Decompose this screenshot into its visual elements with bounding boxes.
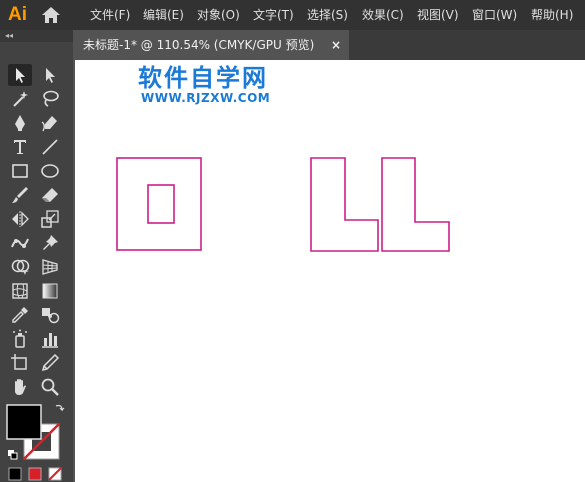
type-icon: [14, 140, 26, 154]
app-logo: Ai: [8, 4, 27, 25]
lasso-tool[interactable]: [38, 88, 62, 110]
knife-icon: [41, 353, 60, 372]
ellipse-tool[interactable]: [38, 160, 62, 182]
menu-object[interactable]: 对象(O): [197, 0, 240, 30]
hand-tool[interactable]: [8, 376, 32, 398]
artboard-icon: [11, 354, 27, 370]
curvature-tool[interactable]: [38, 112, 62, 134]
reflect-icon: [12, 211, 29, 227]
color-mode-button[interactable]: [8, 467, 22, 481]
eraser-tool[interactable]: [38, 184, 62, 206]
menu-edit[interactable]: 编辑(E): [143, 0, 184, 30]
home-icon[interactable]: [41, 6, 61, 24]
white-arrow-icon: [46, 68, 55, 83]
perspective-grid-icon: [42, 259, 58, 275]
menu-select[interactable]: 选择(S): [307, 0, 348, 30]
paintbrush-tool[interactable]: [8, 184, 32, 206]
selection-tool[interactable]: [8, 64, 32, 86]
symbol-sprayer-icon: [13, 329, 27, 348]
eraser-icon: [42, 188, 58, 202]
mesh-icon: [12, 283, 28, 299]
eyedropper-icon: [12, 307, 28, 323]
blend-icon: [42, 308, 60, 324]
l-shape-path-right[interactable]: [381, 157, 450, 252]
menu-effect[interactable]: 效果(C): [362, 0, 404, 30]
magnifier-icon: [41, 378, 59, 396]
symbol-sprayer-tool[interactable]: [8, 328, 32, 350]
column-graph-tool[interactable]: [38, 328, 62, 350]
blend-tool[interactable]: [38, 304, 62, 326]
shape-builder-icon: [11, 259, 30, 275]
artboard-canvas[interactable]: 软件自学网 WWW.RJZXW.COM: [75, 60, 585, 482]
menu-help[interactable]: 帮助(H): [531, 0, 573, 30]
l-shape-path-left[interactable]: [310, 157, 379, 252]
bar-graph-icon: [42, 333, 58, 348]
panel-collapse-button[interactable]: ◂◂: [0, 30, 73, 42]
document-tab-bar: 未标题-1* @ 110.54% (CMYK/GPU 预览) ×: [73, 30, 585, 60]
reflect-tool[interactable]: [8, 208, 32, 230]
pen-icon: [15, 115, 25, 131]
menu-type[interactable]: 文字(T): [253, 0, 294, 30]
default-colors-icon[interactable]: [8, 450, 18, 460]
curvature-pen-icon: [41, 116, 57, 132]
fill-swatch[interactable]: [6, 404, 42, 440]
perspective-grid-tool[interactable]: [38, 256, 62, 278]
menu-view[interactable]: 视图(V): [417, 0, 459, 30]
pin-tool[interactable]: [38, 232, 62, 254]
tools-panel: ◂◂: [0, 30, 73, 482]
swap-fill-stroke-icon[interactable]: [55, 404, 65, 412]
line-icon: [42, 139, 58, 155]
gradient-tool[interactable]: [38, 280, 62, 302]
mesh-tool[interactable]: [8, 280, 32, 302]
line-segment-tool[interactable]: [38, 136, 62, 158]
outer-square-path[interactable]: [116, 157, 202, 251]
type-tool[interactable]: [8, 136, 32, 158]
magic-wand-tool[interactable]: [8, 88, 32, 110]
rectangle-tool[interactable]: [8, 160, 32, 182]
puppet-warp-icon: [11, 238, 29, 248]
slice-tool[interactable]: [38, 352, 62, 374]
lasso-icon: [43, 90, 59, 107]
close-icon[interactable]: ×: [331, 30, 341, 60]
hand-icon: [15, 379, 26, 395]
arrow-icon: [16, 68, 25, 83]
puppet-warp-tool[interactable]: [8, 232, 32, 254]
menu-window[interactable]: 窗口(W): [472, 0, 517, 30]
scale-icon: [41, 210, 59, 228]
magic-wand-icon: [13, 91, 28, 107]
scale-tool[interactable]: [38, 208, 62, 230]
pin-icon: [43, 235, 58, 250]
ellipse-icon: [41, 164, 59, 178]
shape-builder-tool[interactable]: [8, 256, 32, 278]
brush-icon: [12, 187, 28, 203]
direct-selection-tool[interactable]: [38, 64, 62, 86]
gradient-icon: [42, 283, 58, 299]
fill-stroke-widget: [6, 404, 65, 481]
inner-square-path[interactable]: [147, 184, 175, 224]
document-tab-label: 未标题-1* @ 110.54% (CMYK/GPU 预览): [83, 38, 315, 52]
gradient-mode-button[interactable]: [28, 467, 42, 481]
menu-file[interactable]: 文件(F): [90, 0, 130, 30]
pen-tool[interactable]: [8, 112, 32, 134]
rectangle-icon: [12, 164, 28, 178]
zoom-tool[interactable]: [38, 376, 62, 398]
artwork: [116, 157, 450, 252]
artboard-tool[interactable]: [8, 352, 32, 374]
eyedropper-tool[interactable]: [8, 304, 32, 326]
document-tab[interactable]: 未标题-1* @ 110.54% (CMYK/GPU 预览) ×: [73, 30, 349, 60]
menu-bar: Ai 文件(F) 编辑(E) 对象(O) 文字(T) 选择(S) 效果(C) 视…: [0, 0, 585, 30]
